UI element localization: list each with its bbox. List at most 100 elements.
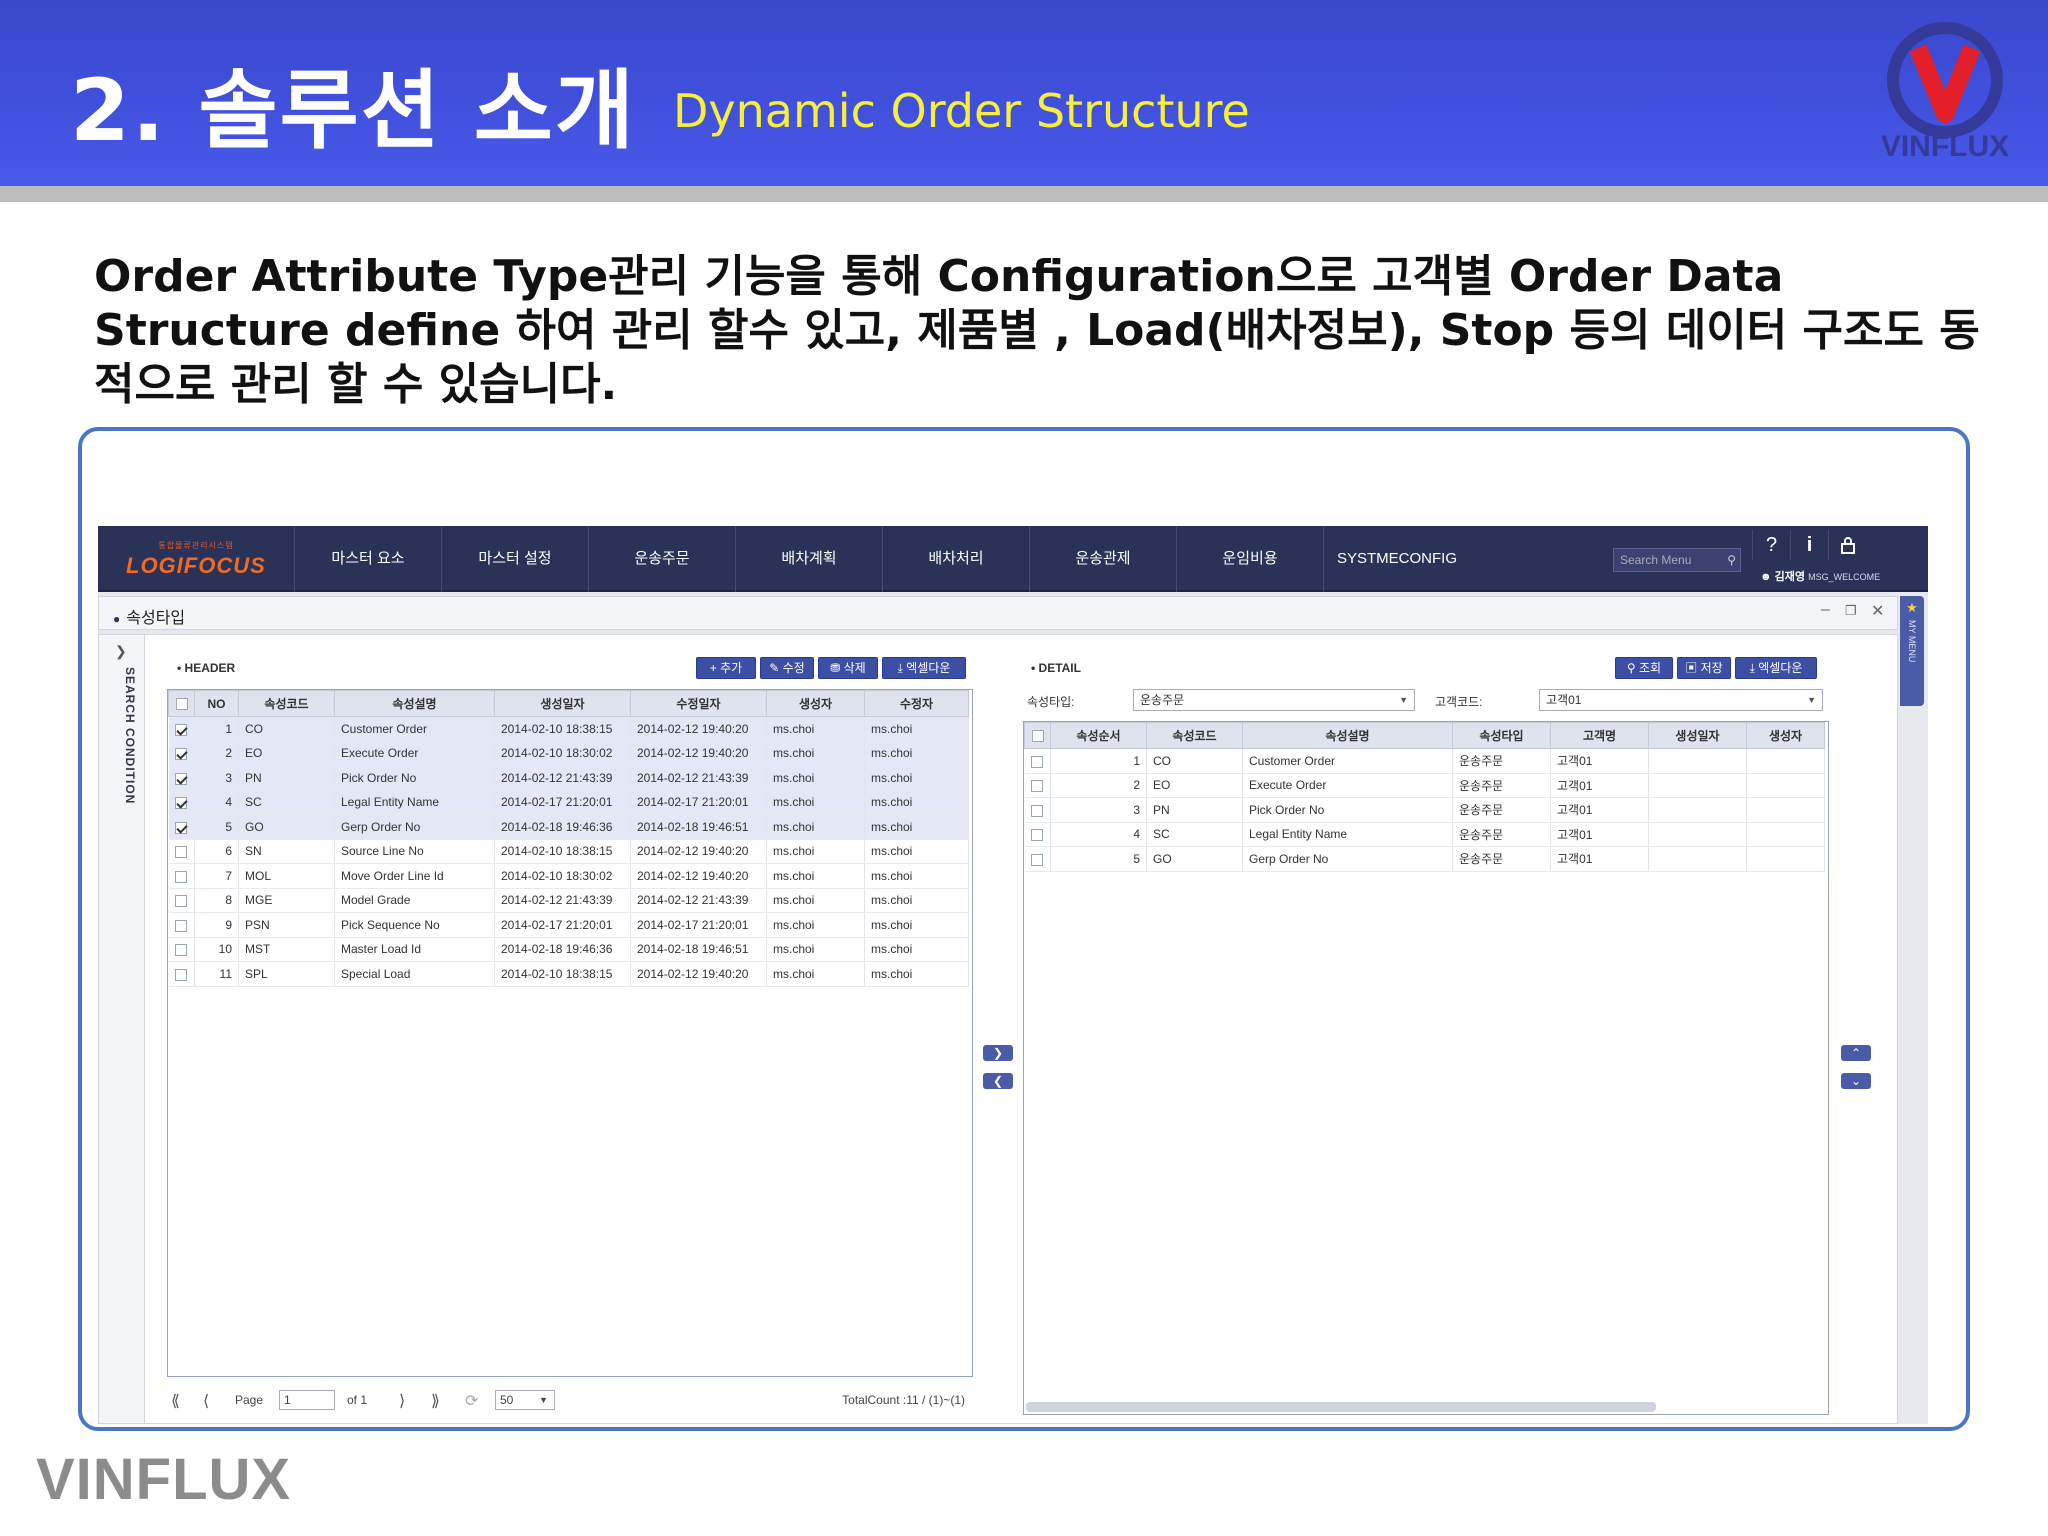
row-checkbox[interactable] (175, 821, 188, 834)
search-menu-input[interactable]: Search Menu ⚲ (1613, 548, 1741, 572)
column-header[interactable]: 생성일자 (494, 690, 631, 717)
row-checkbox[interactable] (175, 944, 188, 957)
page-number-input[interactable]: 1 (279, 1390, 335, 1410)
nav-item-freight-cost[interactable]: 운임비용 (1176, 526, 1323, 592)
table-row[interactable]: 11 SPL Special Load 2014-02-10 18:38:15 2014… (168, 961, 969, 987)
row-checkbox-cell[interactable] (1024, 748, 1051, 774)
page-size-select[interactable]: 50 ▼ (495, 1390, 555, 1410)
table-row[interactable]: 7 MOL Move Order Line Id 2014-02-10 18:30:0… (168, 863, 969, 889)
prev-page-icon[interactable]: ⟨ (203, 1391, 209, 1411)
edit-button[interactable]: ✎ 수정 (760, 657, 814, 679)
row-checkbox[interactable] (175, 870, 188, 883)
column-header[interactable]: 생성자 (766, 690, 865, 717)
row-checkbox[interactable] (175, 748, 188, 761)
next-page-icon[interactable]: ⟩ (399, 1391, 405, 1411)
nav-item-master-element[interactable]: 마스터 요소 (294, 526, 441, 592)
row-checkbox-cell[interactable] (168, 961, 195, 987)
table-row[interactable]: 3 PN Pick Order No 2014-02-12 21:43:39 2014-… (168, 765, 969, 791)
column-header[interactable]: 생성일자 (1648, 722, 1747, 749)
column-header[interactable]: 속성코드 (238, 690, 335, 717)
table-row[interactable]: 10 MST Master Load Id 2014-02-18 19:46:36 20… (168, 937, 969, 962)
column-header[interactable]: 수정자 (864, 690, 969, 717)
row-checkbox[interactable] (175, 919, 188, 932)
table-row[interactable]: 2 EO Execute Order 2014-02-10 18:30:02 2014-… (168, 741, 969, 766)
row-checkbox[interactable] (175, 797, 188, 810)
column-header[interactable]: 고객명 (1550, 722, 1649, 749)
row-checkbox-cell[interactable] (168, 741, 195, 766)
nav-item-transport-control[interactable]: 운송관제 (1029, 526, 1176, 592)
save-button[interactable]: ▣ 저장 (1677, 657, 1731, 679)
my-menu-tab[interactable]: ★ MY MENU (1900, 596, 1924, 706)
refresh-icon[interactable]: ⟳ (465, 1391, 478, 1411)
row-checkbox-cell[interactable] (1024, 797, 1051, 823)
last-page-icon[interactable]: ⟫ (431, 1391, 440, 1411)
info-icon[interactable]: i (1790, 530, 1828, 560)
close-icon[interactable]: ✕ (1871, 601, 1884, 621)
row-checkbox[interactable] (175, 846, 188, 859)
search-icon[interactable]: ⚲ (1727, 549, 1736, 571)
column-header[interactable]: NO (194, 690, 239, 717)
table-row[interactable]: 5 GO Gerp Order No 2014-02-18 19:46:36 2014-… (168, 814, 969, 840)
row-checkbox-cell[interactable] (168, 863, 195, 889)
table-row[interactable]: 6 SN Source Line No 2014-02-10 18:38:15 2014… (168, 839, 969, 864)
column-header[interactable]: 생성자 (1746, 722, 1825, 749)
column-header[interactable]: 속성타입 (1452, 722, 1551, 749)
row-checkbox[interactable] (1031, 829, 1044, 842)
column-header[interactable]: 수정일자 (630, 690, 767, 717)
row-checkbox-cell[interactable] (168, 814, 195, 840)
checkbox[interactable] (1031, 730, 1044, 743)
column-header[interactable]: 속성코드 (1146, 722, 1243, 749)
row-checkbox[interactable] (175, 772, 188, 785)
table-row[interactable]: 5 GO Gerp Order No 운송주문 고객01 (1024, 846, 1825, 872)
row-checkbox[interactable] (1031, 804, 1044, 817)
horizontal-scrollbar[interactable] (1026, 1402, 1656, 1412)
table-row[interactable]: 4 SC Legal Entity Name 운송주문 고객01 (1024, 822, 1825, 847)
row-checkbox-cell[interactable] (168, 839, 195, 864)
move-down-button[interactable]: ⌄ (1841, 1073, 1871, 1089)
nav-item-transport-order[interactable]: 운송주문 (588, 526, 735, 592)
table-row[interactable]: 1 CO Customer Order 2014-02-10 18:38:15 2014… (168, 716, 969, 742)
row-checkbox-cell[interactable] (168, 888, 195, 913)
row-checkbox-cell[interactable] (1024, 822, 1051, 847)
row-checkbox-cell[interactable] (168, 912, 195, 938)
row-checkbox-cell[interactable] (168, 790, 195, 815)
row-checkbox[interactable] (1031, 780, 1044, 793)
row-checkbox-cell[interactable] (168, 937, 195, 962)
restore-icon[interactable]: ❐ (1845, 603, 1857, 619)
table-row[interactable]: 1 CO Customer Order 운송주문 고객01 (1024, 748, 1825, 774)
row-checkbox-cell[interactable] (168, 765, 195, 791)
checkbox[interactable] (175, 698, 188, 711)
select-all-checkbox[interactable] (1024, 722, 1051, 749)
app-logo[interactable]: 통합물류관리시스템 LOGIFOCUS (126, 540, 266, 580)
row-checkbox[interactable] (175, 723, 188, 736)
help-icon[interactable]: ? (1752, 530, 1790, 560)
nav-item-dispatch-process[interactable]: 배차처리 (882, 526, 1029, 592)
chevron-right-icon[interactable]: ❯ (115, 643, 127, 660)
add-button[interactable]: + 추가 (696, 657, 756, 679)
first-page-icon[interactable]: ⟪ (171, 1391, 180, 1411)
select-all-checkbox[interactable] (168, 690, 195, 717)
table-row[interactable]: 2 EO Execute Order 운송주문 고객01 (1024, 773, 1825, 798)
row-checkbox-cell[interactable] (1024, 846, 1051, 872)
table-row[interactable]: 4 SC Legal Entity Name 2014-02-17 21:20:01 2… (168, 790, 969, 815)
row-checkbox[interactable] (1031, 853, 1044, 866)
nav-item-master-setting[interactable]: 마스터 설정 (441, 526, 588, 592)
delete-button[interactable]: ⛃ 삭제 (818, 657, 878, 679)
column-header[interactable]: 속성순서 (1050, 722, 1147, 749)
row-checkbox-cell[interactable] (168, 716, 195, 742)
minimize-icon[interactable]: – (1821, 601, 1830, 619)
column-header[interactable]: 속성설명 (1242, 722, 1453, 749)
row-checkbox-cell[interactable] (1024, 773, 1051, 798)
row-checkbox[interactable] (1031, 755, 1044, 768)
move-right-button[interactable]: ❯ (983, 1045, 1013, 1061)
attr-type-select[interactable]: 운송주문 ▼ (1133, 689, 1415, 711)
row-checkbox[interactable] (175, 895, 188, 908)
detail-excel-download-button[interactable]: ⤓ 엑셀다운 (1735, 657, 1817, 679)
excel-download-button[interactable]: ⤓ 엑셀다운 (882, 657, 966, 679)
customer-code-select[interactable]: 고객01 ▼ (1539, 689, 1823, 711)
nav-item-system-config[interactable]: SYSTMECONFIG (1323, 526, 1470, 592)
nav-item-dispatch-plan[interactable]: 배차계획 (735, 526, 882, 592)
search-condition-panel[interactable]: ❯ SEARCH CONDITION (99, 635, 145, 1423)
table-row[interactable]: 3 PN Pick Order No 운송주문 고객01 (1024, 797, 1825, 823)
search-button[interactable]: ⚲ 조회 (1615, 657, 1673, 679)
